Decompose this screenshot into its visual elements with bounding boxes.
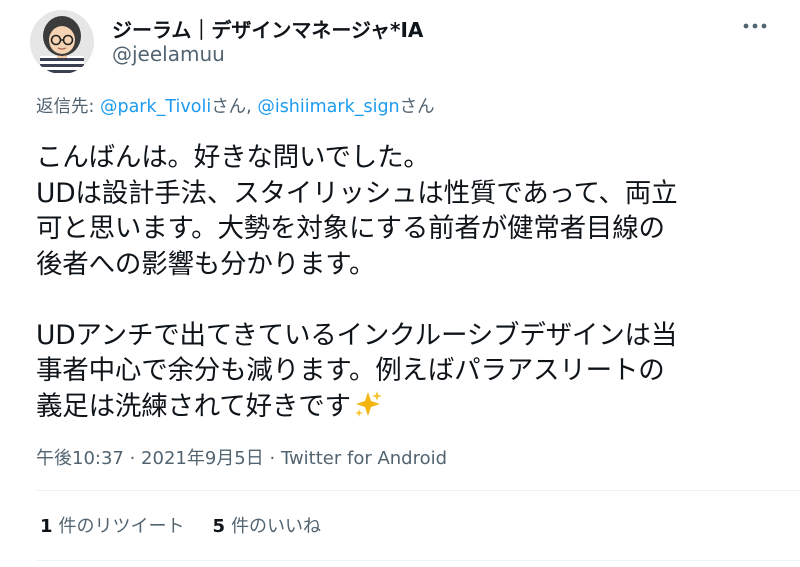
tweet-line: こんばんは。好きな問いでした。	[36, 142, 430, 173]
reply-suffix-2: さん	[399, 97, 435, 117]
likes-stat[interactable]: 5 件のいいね	[213, 512, 322, 538]
tweet-time[interactable]: 午後10:37	[36, 448, 124, 469]
retweets-label: 件のリツイート	[58, 516, 185, 537]
tweet-line-last: 義足は洗練されて好きです	[36, 389, 786, 425]
author-handle[interactable]: @jeelamuu	[112, 42, 225, 66]
tweet-line-text: 義足は洗練されて好きです	[36, 390, 351, 422]
meta-separator: ·	[263, 448, 281, 469]
tweet-line: 可と思います。大勢を対象にする前者が健常者目線の	[36, 213, 665, 244]
tweet-line: UDアンチで出てきているインクルーシブデザインは当	[36, 319, 678, 351]
tweet-date[interactable]: 2021年9月5日	[141, 448, 264, 469]
retweets-count: 1	[40, 516, 53, 537]
tweet-source: Twitter for Android	[280, 448, 448, 469]
reply-prefix: 返信先:	[36, 97, 100, 117]
divider-top	[36, 490, 800, 491]
tweet-text: こんばんは。好きな問いでした。 UDは設計手法、スタイリッシュは性質であって、両…	[36, 140, 786, 424]
reply-to-line: 返信先: @park_Tivoliさん, @ishiimark_signさん	[36, 93, 435, 118]
meta-separator: ·	[123, 448, 142, 469]
tweet-line: 後者への影響も分かります。	[36, 248, 376, 280]
mention-link-park-tivoli[interactable]: @park_Tivoli	[100, 97, 211, 117]
tweet-line: UDは設計手法、スタイリッシュは性質であって、両立	[36, 177, 678, 209]
avatar-illustration	[30, 10, 94, 74]
engagement-stats: 1 件のリツイート 5 件のいいね	[40, 512, 321, 538]
mention-link-ishiimark-sign[interactable]: @ishiimark_sign	[257, 97, 399, 117]
tweet-line: 事者中心で余分も減ります。例えばパラアスリートの	[36, 355, 665, 386]
author-display-name[interactable]: ジーラム｜デザインマネージャ*IA	[112, 14, 423, 43]
avatar[interactable]	[30, 10, 94, 74]
divider-bottom	[36, 560, 800, 561]
reply-suffix-1: さん,	[211, 97, 258, 117]
more-dots-icon	[743, 23, 767, 29]
tweet-meta: 午後10:37 · 2021年9月5日 · Twitter for Androi…	[36, 444, 447, 470]
retweets-stat[interactable]: 1 件のリツイート	[40, 512, 185, 538]
sparkles-emoji-icon	[353, 389, 383, 429]
more-options-button[interactable]	[738, 12, 772, 40]
likes-count: 5	[212, 516, 226, 537]
likes-label: 件のいいね	[231, 516, 322, 537]
tweet: ジーラム｜デザインマネージャ*IA @jeelamuu 返信先: @park_T…	[0, 0, 800, 567]
